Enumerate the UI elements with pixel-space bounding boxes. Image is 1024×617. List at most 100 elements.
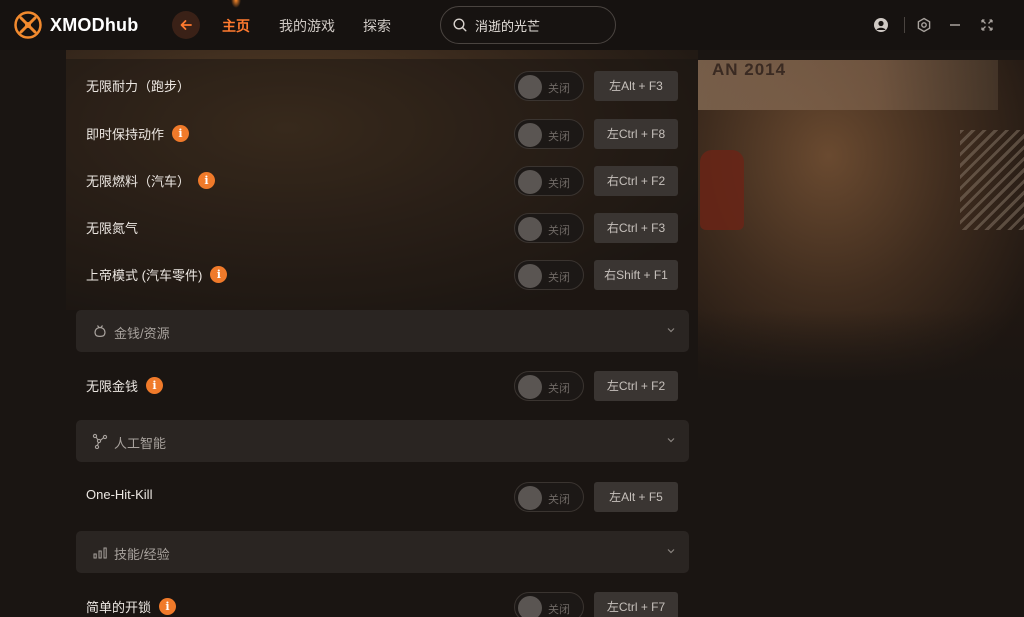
chevron-down-icon [667,438,675,443]
toggle-state-text: 关闭 [548,225,570,237]
cheat-row: 无限燃料（汽车） i 关闭 右Ctrl + F2 [66,158,698,202]
cheat-toggle[interactable]: 关闭 [514,71,584,101]
toggle-knob [518,596,542,617]
toggle-state-text: 关闭 [548,131,570,143]
info-icon[interactable]: i [210,266,228,283]
cheat-toggle[interactable]: 关闭 [514,166,584,196]
back-button[interactable] [172,11,200,39]
user-avatar-icon [874,18,888,32]
cheat-toggle[interactable]: 关闭 [514,371,584,401]
cheat-toggle[interactable]: 关闭 [514,213,584,243]
cheat-label-text: 简单的开锁 [86,600,152,615]
toggle-knob [518,123,542,147]
toggle-knob [518,375,542,399]
app-title: XMODhub [50,15,138,36]
toggle-state-text: 关闭 [548,494,570,506]
app-logo[interactable]: XMODhub [14,11,138,39]
hotkey-button[interactable]: 左Alt + F5 [594,482,678,512]
app-title-suffix: hub [104,14,139,35]
cheat-row: 无限氮气 关闭 右Ctrl + F3 [66,205,698,249]
toggle-state-text: 关闭 [548,178,570,190]
background-banner-text: AN 2014 [712,60,787,79]
user-profile-button[interactable] [871,15,891,35]
toggle-state-text: 关闭 [548,604,570,616]
hotkey-button[interactable]: 左Ctrl + F2 [594,371,678,401]
nav-explore[interactable]: 探索 [363,16,391,36]
hotkey-button[interactable]: 左Ctrl + F7 [594,592,678,617]
cheat-label-text: One-Hit-Kill [86,487,153,502]
minimize-icon [950,24,960,26]
hotkey-button[interactable]: 右Shift + F1 [594,260,678,290]
cheat-label: 无限耐力（跑步） [86,76,190,95]
app-title-main: XMOD [50,14,105,35]
chevron-down-icon [667,328,675,333]
nav-home[interactable]: 主页 [222,16,250,36]
ai-network-icon [92,433,108,449]
hotkey-button[interactable]: 左Ctrl + F8 [594,119,678,149]
money-bag-icon [94,325,106,337]
cheat-toggle[interactable]: 关闭 [514,119,584,149]
minimize-button[interactable] [945,15,965,35]
nav-my-games[interactable]: 我的游戏 [279,16,335,36]
active-tab-glow [231,0,241,8]
info-icon[interactable]: i [198,172,216,189]
cheat-label: 简单的开锁 i [86,597,177,616]
info-icon[interactable]: i [146,377,164,394]
toggle-knob [518,75,542,99]
cheat-label-text: 无限燃料（汽车） [86,174,191,189]
cheat-label-text: 无限金钱 [86,379,139,394]
chevron-down-icon [667,549,675,554]
search-icon [453,18,467,32]
cheat-label-text: 无限耐力（跑步） [86,79,191,94]
section-title: 技能/经验 [114,547,170,562]
info-icon[interactable]: i [159,598,177,615]
toggle-state-text: 关闭 [548,383,570,395]
info-icon[interactable]: i [172,125,190,142]
cheat-label: 无限氮气 [86,218,138,237]
search-input[interactable]: 消逝的光芒 [440,6,616,44]
search-value: 消逝的光芒 [475,18,541,34]
toggle-knob [518,217,542,241]
expand-icon [981,19,993,31]
cheat-toggle[interactable]: 关闭 [514,260,584,290]
cheat-label-text: 上帝模式 (汽车零件) [86,268,203,283]
cheat-row: 上帝模式 (汽车零件) i 关闭 右Shift + F1 [66,252,698,296]
toggle-knob [518,170,542,194]
cheat-row: 即时保持动作 i 关闭 左Ctrl + F8 [66,111,698,155]
toggle-knob [518,264,542,288]
cheat-label: 上帝模式 (汽车零件) i [86,265,228,284]
cheat-label: One-Hit-Kill [86,487,152,502]
cheat-row: 无限金钱 i 关闭 左Ctrl + F2 [66,363,698,407]
top-bar: XMODhub 主页 我的游戏 探索 消逝的光芒 [0,0,1024,50]
cheat-toggle[interactable]: 关闭 [514,482,584,512]
hotkey-button[interactable]: 右Ctrl + F3 [594,213,678,243]
cheat-row: 无限耐力（跑步） 关闭 左Alt + F3 [66,63,698,107]
section-header-skills[interactable]: 技能/经验 [76,531,689,573]
maximize-button[interactable] [977,15,997,35]
background-stripes [960,130,1024,230]
section-title: 人工智能 [114,436,167,451]
cheat-row: One-Hit-Kill 关闭 左Alt + F5 [66,474,698,518]
cheat-row: 简单的开锁 i 关闭 左Ctrl + F7 [66,584,698,617]
hotkey-button[interactable]: 右Ctrl + F2 [594,166,678,196]
cheat-label: 无限燃料（汽车） i [86,171,216,190]
background-fade [698,310,1024,390]
settings-button[interactable] [914,15,934,35]
background-fist-graphic [700,150,744,230]
toggle-knob [518,486,542,510]
arrow-left-icon [180,20,192,30]
section-header-ai[interactable]: 人工智能 [76,420,689,462]
bar-chart-icon [93,547,107,559]
hotkey-button[interactable]: 左Alt + F3 [594,71,678,101]
cheat-label-text: 即时保持动作 [86,127,165,142]
cheat-toggle[interactable]: 关闭 [514,592,584,617]
settings-hex-icon [917,17,931,33]
toolbar-divider [904,17,905,33]
toggle-state-text: 关闭 [548,83,570,95]
cheat-label: 即时保持动作 i [86,124,190,143]
cheat-label: 无限金钱 i [86,376,164,395]
section-header-money[interactable]: 金钱/资源 [76,310,689,352]
toggle-state-text: 关闭 [548,272,570,284]
xmod-logo-icon [14,11,42,39]
cheat-label-text: 无限氮气 [86,221,139,236]
